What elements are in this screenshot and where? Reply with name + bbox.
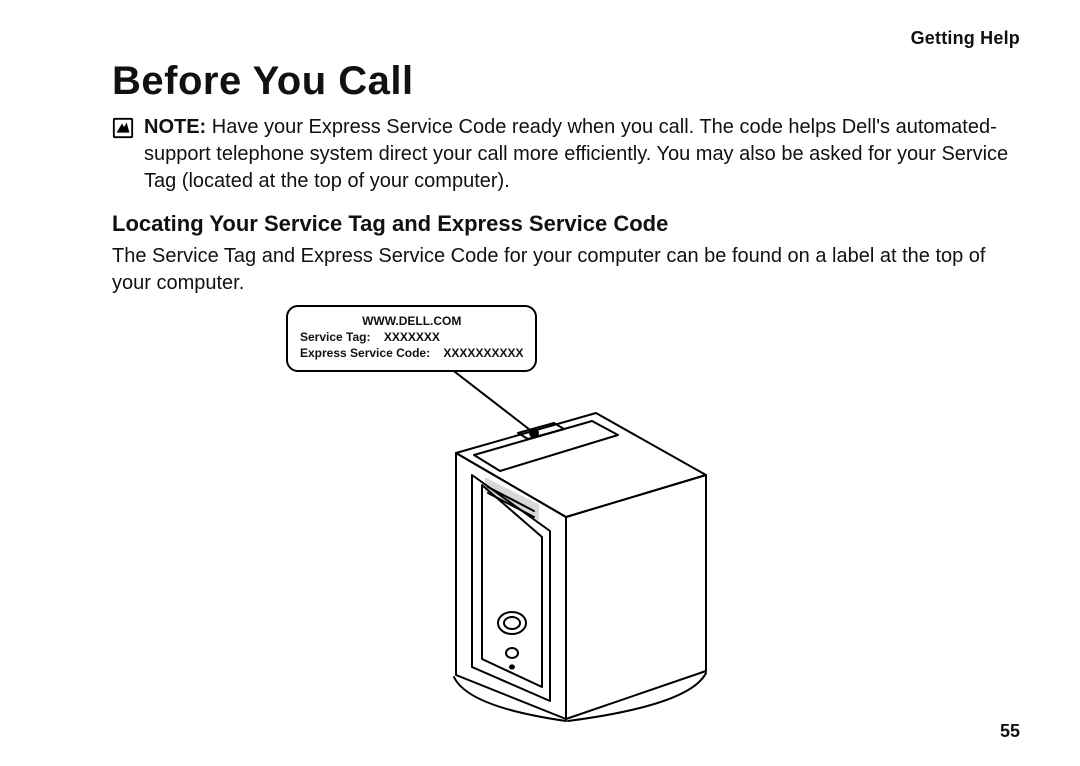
page-title: Before You Call	[112, 59, 1020, 104]
callout-service-tag-row: Service Tag: XXXXXXX	[300, 329, 523, 345]
callout-esc-value: XXXXXXXXXX	[443, 346, 523, 360]
note-text: NOTE: Have your Express Service Code rea…	[144, 114, 1020, 195]
note-label: NOTE:	[144, 116, 206, 138]
callout-service-tag-label: Service Tag:	[300, 330, 370, 344]
service-tag-callout: WWW.DELL.COM Service Tag: XXXXXXX Expres…	[286, 305, 537, 372]
note-icon	[112, 117, 134, 139]
manual-page: Getting Help Before You Call NOTE: Have …	[0, 0, 1080, 766]
callout-service-tag-value: XXXXXXX	[384, 330, 440, 344]
callout-esc-row: Express Service Code: XXXXXXXXXX	[300, 345, 523, 361]
section-body: The Service Tag and Express Service Code…	[112, 243, 1020, 297]
note-body: Have your Express Service Code ready whe…	[144, 116, 1008, 192]
callout-esc-label: Express Service Code:	[300, 346, 430, 360]
section-subhead: Locating Your Service Tag and Express Se…	[112, 211, 1020, 237]
callout-url: WWW.DELL.COM	[300, 313, 523, 329]
page-number: 55	[1000, 721, 1020, 742]
note-block: NOTE: Have your Express Service Code rea…	[112, 114, 1020, 195]
running-head: Getting Help	[112, 28, 1020, 49]
service-tag-figure: WWW.DELL.COM Service Tag: XXXXXXX Expres…	[286, 305, 846, 725]
